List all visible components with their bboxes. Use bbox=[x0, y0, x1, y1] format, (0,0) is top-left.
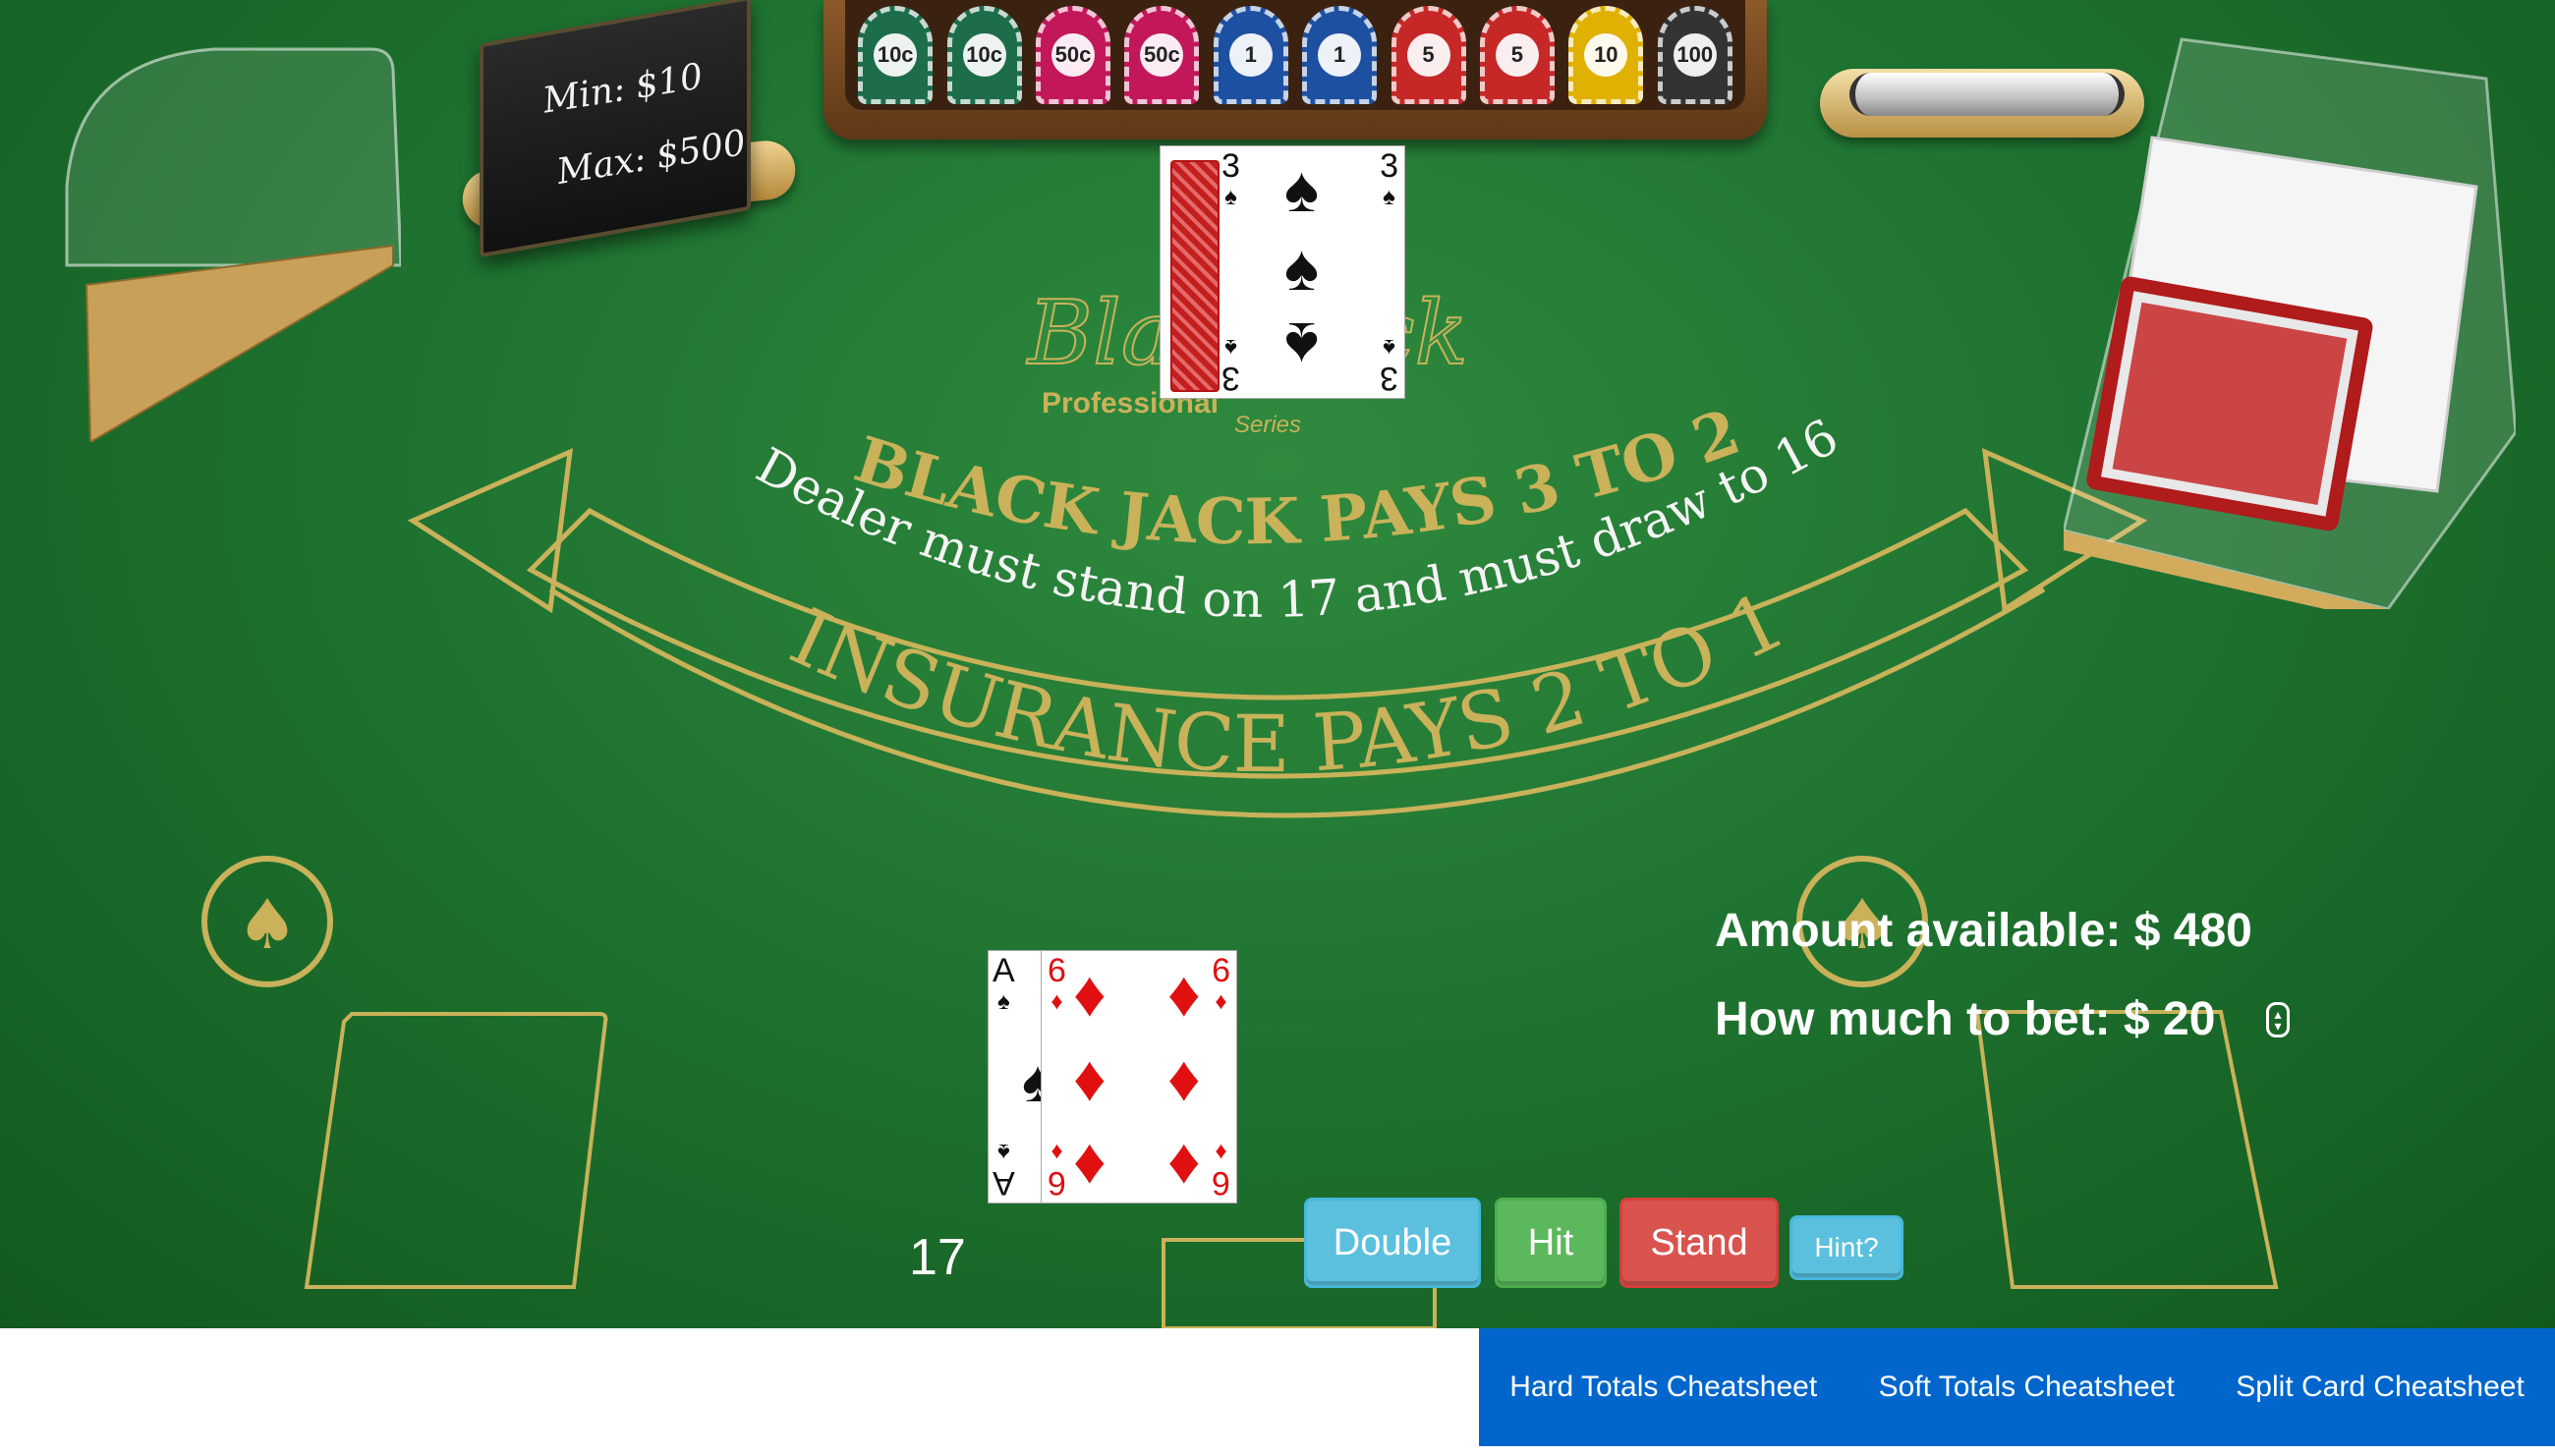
bet-box-right bbox=[1974, 1010, 2279, 1289]
six-rank-top: 6 ♦ bbox=[1048, 952, 1066, 1015]
chip-1: 10c bbox=[946, 6, 1022, 104]
chip-4: 1 bbox=[1213, 6, 1288, 104]
spade-j-icon-glyph: ♠ bbox=[237, 884, 299, 965]
ace-rank-bottom: A ♠ bbox=[993, 1139, 1015, 1202]
chip-5: 1 bbox=[1302, 6, 1378, 104]
bet-amount-label: How much to bet: $ 20 bbox=[1715, 993, 2216, 1045]
chip-3: 50c bbox=[1124, 6, 1200, 104]
chip-label: 5 bbox=[1406, 33, 1450, 77]
stand-button[interactable]: Stand bbox=[1619, 1198, 1779, 1288]
diamond-pip-icon: ♦ bbox=[1073, 957, 1107, 1030]
soft-totals-link[interactable]: Soft Totals Cheatsheet bbox=[1879, 1371, 2175, 1404]
card-shoe bbox=[2064, 37, 2516, 609]
stepper-down-icon[interactable]: ▾ bbox=[2274, 1019, 2281, 1033]
spade-pip-icon: ♠ bbox=[1284, 152, 1320, 225]
hard-totals-link[interactable]: Hard Totals Cheatsheet bbox=[1509, 1371, 1817, 1404]
six-rank-bottom-right: 6 ♦ bbox=[1212, 1139, 1230, 1202]
dealer-card-rank-bottom: 3 ♠ bbox=[1221, 334, 1240, 397]
chip-2: 50c bbox=[1035, 6, 1110, 104]
banner-ribbon-left bbox=[407, 447, 574, 614]
chip-label: 100 bbox=[1673, 33, 1717, 77]
hit-button[interactable]: Hit bbox=[1495, 1198, 1607, 1288]
diamond-pip-icon: ♦ bbox=[1073, 1124, 1107, 1197]
bet-stepper[interactable]: ▴ ▾ bbox=[2266, 1002, 2290, 1037]
hint-button[interactable]: Hint? bbox=[1789, 1215, 1903, 1280]
dealer-card-rank-top-right: 3 ♠ bbox=[1380, 147, 1398, 210]
chip-label: 50c bbox=[1050, 33, 1095, 77]
chip-label: 1 bbox=[1228, 33, 1273, 77]
chip-label: 1 bbox=[1318, 33, 1362, 77]
chip-label: 10c bbox=[874, 33, 918, 77]
diamond-pip-icon: ♦ bbox=[1073, 1041, 1107, 1114]
chip-6: 5 bbox=[1391, 6, 1466, 104]
player-card-six: 6 ♦ 6 ♦ ♦ ♦ ♦ ♦ ♦ ♦ 6 ♦ 6 ♦ bbox=[1041, 950, 1237, 1204]
chip-label: 5 bbox=[1495, 33, 1539, 77]
diamond-pip-icon: ♦ bbox=[1167, 1041, 1201, 1114]
chip-0: 10c bbox=[858, 6, 934, 104]
chip-label: 10 bbox=[1584, 33, 1628, 77]
amount-available: Amount available: $ 480 bbox=[1715, 905, 2252, 957]
chip-7: 5 bbox=[1479, 6, 1555, 104]
discard-holder bbox=[65, 47, 401, 442]
diamond-pip-icon: ♦ bbox=[1167, 1124, 1201, 1197]
dealer-card-rank-top: 3 ♠ bbox=[1221, 147, 1240, 210]
ace-rank-top: A ♠ bbox=[993, 952, 1015, 1015]
bet-box-left bbox=[304, 1012, 608, 1289]
chip-label: 10c bbox=[962, 33, 1006, 77]
chip-9: 100 bbox=[1657, 6, 1732, 104]
six-rank-bottom: 6 ♦ bbox=[1048, 1139, 1066, 1202]
double-button[interactable]: Double bbox=[1304, 1198, 1481, 1288]
hidden-card-back bbox=[1170, 160, 1220, 392]
six-rank-top-right: 6 ♦ bbox=[1212, 952, 1230, 1015]
dealer-card: 3 ♠ 3 ♠ ♠ ♠ ♠ 3 ♠ 3 ♠ bbox=[1160, 145, 1405, 399]
spade-pip-icon: ♠ bbox=[1284, 309, 1320, 382]
dealer-card-rank-bottom-right: 3 ♠ bbox=[1380, 334, 1398, 397]
chip-tray: 10c 10c 50c 50c 1 1 5 5 10 100 bbox=[823, 0, 1767, 140]
chip-8: 10 bbox=[1568, 6, 1644, 104]
player-hand-total: 17 bbox=[909, 1229, 966, 1286]
split-card-link[interactable]: Split Card Cheatsheet bbox=[2236, 1371, 2525, 1404]
felt-logo-sub2: Series bbox=[1234, 412, 1301, 438]
chip-label: 50c bbox=[1140, 33, 1184, 77]
chip-row: 10c 10c 50c 50c 1 1 5 5 10 100 bbox=[845, 0, 1745, 110]
cheatsheet-nav: Hard Totals Cheatsheet Soft Totals Cheat… bbox=[1479, 1328, 2555, 1446]
spade-pip-icon: ♠ bbox=[1284, 231, 1320, 304]
diamond-pip-icon: ♦ bbox=[1167, 957, 1201, 1030]
